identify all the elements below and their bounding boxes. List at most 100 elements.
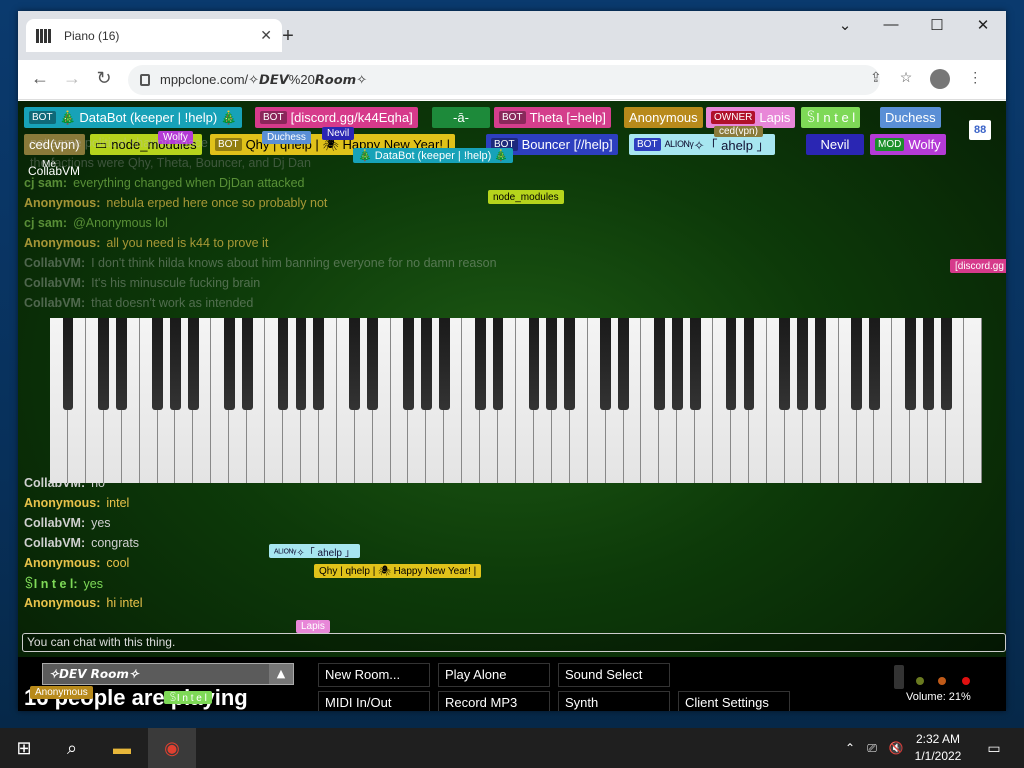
user-tag-theta[interactable]: BOT Theta [=help] <box>494 107 611 128</box>
piano-black-key[interactable] <box>188 318 199 410</box>
chat-author: Anonymous: <box>24 556 101 570</box>
piano-black-key[interactable] <box>62 318 74 410</box>
user-tag-alion[interactable]: BOT ᴬᴸᴵᴼᴺᵞ✧「 ahelp 」 <box>629 134 775 155</box>
clock[interactable]: 2:32 AM 1/1/2022 <box>908 731 968 765</box>
maximize-button[interactable]: ☐ <box>914 16 960 34</box>
back-button[interactable]: ← <box>28 68 52 89</box>
piano-black-key[interactable] <box>98 318 110 410</box>
search-icon[interactable]: ⌕ <box>60 736 84 760</box>
close-tab-icon[interactable]: ✕ <box>260 27 272 44</box>
user-tag-lapis[interactable]: OWNER Lapis <box>706 107 796 128</box>
chat-author: cj sam: <box>24 176 68 190</box>
piano-black-key[interactable] <box>277 318 289 410</box>
piano-black-key[interactable] <box>600 318 611 410</box>
bb-icon[interactable]: 88 <box>969 120 992 140</box>
user-tag-nevil[interactable]: Nevil <box>806 134 864 155</box>
intel-cursor-label: ꌗI n t e l <box>164 691 212 704</box>
piano-black-key[interactable] <box>403 318 414 410</box>
user-tag-a[interactable]: -ā- <box>432 107 490 128</box>
piano-black-key[interactable] <box>223 318 235 410</box>
bookmark-star-icon[interactable]: ☆ <box>900 69 913 89</box>
chat-text: the factions were Qhy, Theta, Bouncer, a… <box>30 156 311 170</box>
chevron-up-icon[interactable]: ▲ <box>269 664 293 684</box>
user-tag-duchess[interactable]: Duchess <box>880 107 941 128</box>
user-tag-wolfy[interactable]: MOD Wolfy <box>870 134 946 155</box>
piano-black-key[interactable] <box>295 318 307 410</box>
profile-avatar[interactable] <box>930 69 951 89</box>
room-select[interactable]: ✧𝘿𝙀𝙑 𝙍𝙤𝙤𝙢✧ ▲ <box>42 663 294 685</box>
forward-button[interactable]: → <box>60 68 84 89</box>
piano-black-key[interactable] <box>654 318 665 410</box>
new-tab-button[interactable]: + <box>278 25 298 48</box>
reload-button[interactable]: ↻ <box>92 68 116 89</box>
tab-search-button[interactable]: ⌄ <box>822 16 868 34</box>
chat-text: not some political sharing space <box>30 136 208 150</box>
alion-cursor-label: ᴬᴸᴵᴼᴺᵞ✧「 ahelp 」 <box>269 544 360 559</box>
close-window-button[interactable]: ✕ <box>960 16 1006 34</box>
tray-chevron-icon[interactable]: ⌃ <box>838 736 862 760</box>
file-explorer-icon[interactable]: ▬ <box>110 736 134 760</box>
piano-black-key[interactable] <box>241 318 253 410</box>
piano-black-key[interactable] <box>869 318 880 410</box>
start-windows-icon[interactable]: ⊞ <box>12 736 36 760</box>
piano-black-key[interactable] <box>940 318 952 410</box>
synth-button[interactable]: Synth <box>558 691 670 711</box>
share-icon[interactable]: ⇪ <box>870 69 882 89</box>
piano-keyboard[interactable] <box>50 318 982 483</box>
piano-black-key[interactable] <box>904 318 916 410</box>
piano-black-key[interactable] <box>152 318 163 410</box>
user-tag-discord[interactable]: BOT [discord.gg/k44Eqha] <box>255 107 418 128</box>
record-mp3-button[interactable]: Record MP3 <box>438 691 550 711</box>
piano-black-key[interactable] <box>474 318 486 410</box>
piano-black-key[interactable] <box>546 318 558 410</box>
notifications-icon[interactable]: ▭ <box>982 736 1006 760</box>
new-room-button[interactable]: New Room... <box>318 663 430 687</box>
piano-black-key[interactable] <box>492 318 504 410</box>
piano-black-key[interactable] <box>116 318 128 410</box>
user-tag-databot[interactable]: BOT 🎄 DataBot (keeper | !help) 🎄 <box>24 107 242 128</box>
status-led-green <box>916 677 924 685</box>
discord-cursor-label: [discord.gg <box>950 259 1006 273</box>
menu-kebab-icon[interactable]: ⋮ <box>968 69 982 89</box>
minimize-button[interactable]: — <box>868 16 914 33</box>
network-icon[interactable]: ⎚ <box>860 736 884 760</box>
piano-black-key[interactable] <box>170 318 181 410</box>
clock-date: 1/1/2022 <box>914 749 962 763</box>
chat-input[interactable]: You can chat with this thing. <box>22 633 1006 652</box>
piano-black-key[interactable] <box>528 318 540 410</box>
tab-piano[interactable]: Piano (16) ✕ <box>26 19 282 52</box>
volume-label: Volume: 21% <box>906 691 971 703</box>
piano-black-key[interactable] <box>671 318 683 410</box>
piano-black-key[interactable] <box>367 318 378 410</box>
chrome-icon[interactable]: ◉ <box>148 728 196 768</box>
piano-black-key[interactable] <box>922 318 934 410</box>
browser-toolbar: ← → ↻ mppclone.com/✧𝘿𝙀𝙑%20𝙍𝙤𝙤𝙢✧ ⇪ ☆ ⋮ <box>18 60 1006 100</box>
piano-black-key[interactable] <box>313 318 325 410</box>
piano-black-key[interactable] <box>725 318 737 410</box>
piano-black-key[interactable] <box>349 318 361 410</box>
piano-black-key[interactable] <box>851 318 862 410</box>
play-alone-button[interactable]: Play Alone <box>438 663 550 687</box>
midi-button[interactable]: MIDI In/Out <box>318 691 430 711</box>
status-led-orange <box>938 677 946 685</box>
volume-knob[interactable] <box>894 665 904 689</box>
sound-select-button[interactable]: Sound Select <box>558 663 670 687</box>
piano-black-key[interactable] <box>743 318 755 410</box>
user-tag-anonymous[interactable]: Anonymous <box>624 107 703 128</box>
address-bar[interactable]: mppclone.com/✧𝘿𝙀𝙑%20𝙍𝙤𝙤𝙢✧ <box>128 65 880 95</box>
piano-icon <box>36 28 52 43</box>
piano-black-key[interactable] <box>689 318 701 410</box>
user-tag-intel[interactable]: ꌗI n t e l <box>801 107 861 128</box>
room-name: ✧𝘿𝙀𝙑 𝙍𝙤𝙤𝙢✧ <box>49 667 139 681</box>
piano-black-key[interactable] <box>779 318 791 410</box>
piano-black-key[interactable] <box>564 318 576 410</box>
piano-black-key[interactable] <box>421 318 432 410</box>
piano-black-key[interactable] <box>797 318 809 410</box>
piano-black-key[interactable] <box>438 318 450 410</box>
piano-black-key[interactable] <box>618 318 629 410</box>
piano-black-key[interactable] <box>815 318 827 410</box>
chat-text: @Anonymous lol <box>73 216 168 230</box>
client-settings-button[interactable]: Client Settings <box>678 691 790 711</box>
piano-white-key[interactable] <box>964 318 982 483</box>
speaker-muted-icon[interactable]: 🔇 <box>884 736 908 760</box>
